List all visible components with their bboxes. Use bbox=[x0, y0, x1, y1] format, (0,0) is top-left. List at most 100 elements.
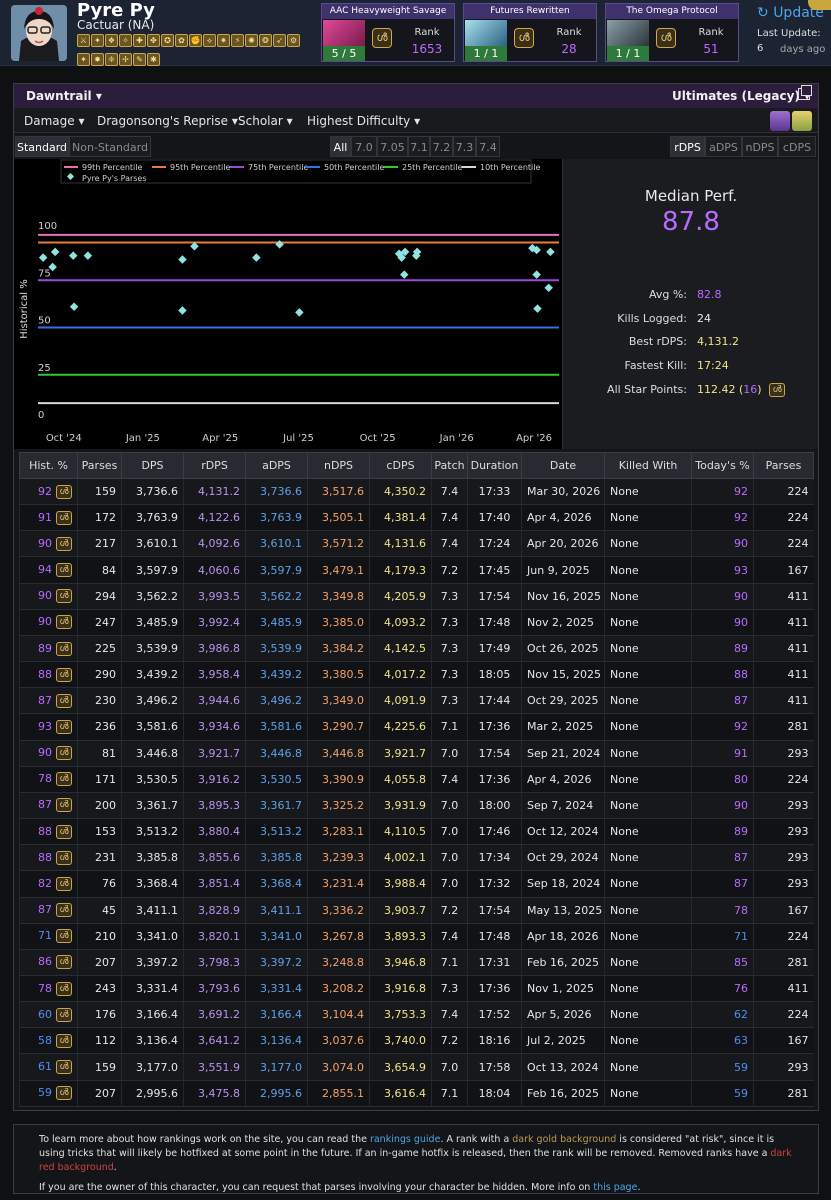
viper-icon[interactable]: ❂ bbox=[259, 34, 272, 47]
samurai-icon[interactable]: ⚡ bbox=[231, 34, 244, 47]
metric-dropdown[interactable]: Damage ▾ bbox=[24, 114, 85, 128]
col-header-hist[interactable]: Hist. % bbox=[19, 452, 78, 479]
sage-icon[interactable]: ✿ bbox=[175, 34, 188, 47]
cell-hist-pct[interactable]: 87 ൾ bbox=[19, 792, 78, 820]
rankings-guide-link[interactable]: rankings guide bbox=[370, 1134, 440, 1145]
table-row[interactable]: 78 ൾ 171 3,530.5 3,916.2 3,530.5 3,390.9 4,055.… bbox=[19, 766, 814, 793]
difficulty-dropdown[interactable]: Highest Difficulty ▾ bbox=[307, 114, 420, 128]
col-header-dps[interactable]: DPS bbox=[121, 452, 184, 479]
table-row[interactable]: 58 ൾ 112 3,136.4 3,641.2 3,136.4 3,037.6 3,740.… bbox=[19, 1027, 814, 1055]
cell-hist-pct[interactable]: 82 ൾ bbox=[19, 870, 78, 898]
gunbreaker-icon[interactable]: ✧ bbox=[119, 34, 132, 47]
zone-selector[interactable]: Ultimates (Legacy) ▾ bbox=[672, 89, 810, 103]
cell-hist-pct[interactable]: 88 ൾ bbox=[19, 844, 78, 872]
raid-summary-aac-heavyweight[interactable]: AAC Heavyweight Savage 5 / 5 ൾ Rank 1653 bbox=[321, 3, 455, 62]
table-row[interactable]: 88 ൾ 153 3,513.2 3,880.4 3,513.2 3,283.1 4,110.… bbox=[19, 818, 814, 846]
pictomancer-icon[interactable]: ✎ bbox=[133, 53, 146, 66]
cell-hist-pct[interactable]: 88 ൾ bbox=[19, 661, 78, 689]
dancer-icon[interactable]: ✦ bbox=[77, 53, 90, 66]
summoner-icon[interactable]: ❈ bbox=[105, 53, 118, 66]
table-row[interactable]: 94 ൾ 84 3,597.9 4,060.6 3,597.9 3,479.1 4,179.3… bbox=[19, 556, 814, 584]
tab-patch-7-3[interactable]: 7.3 bbox=[453, 136, 476, 157]
table-row[interactable]: 88 ൾ 231 3,385.8 3,855.6 3,385.8 3,239.3 4,002.… bbox=[19, 844, 814, 872]
col-header-date[interactable]: Date bbox=[521, 452, 605, 479]
table-row[interactable]: 89 ൾ 225 3,539.9 3,986.8 3,539.9 3,384.2 4,142.… bbox=[19, 635, 814, 663]
cell-hist-pct[interactable]: 90 ൾ bbox=[19, 530, 78, 558]
dark-knight-icon[interactable]: ❖ bbox=[105, 34, 118, 47]
cell-hist-pct[interactable]: 87 ൾ bbox=[19, 687, 78, 715]
table-row[interactable]: 90 ൾ 294 3,562.2 3,993.5 3,562.2 3,349.8 4,205.… bbox=[19, 583, 814, 610]
col-header-cdps[interactable]: cDPS bbox=[369, 452, 432, 479]
col-header-parses-today[interactable]: Parses bbox=[753, 452, 814, 479]
paladin-icon[interactable]: ⚔ bbox=[77, 34, 90, 47]
expansion-selector[interactable]: Dawntrail ▾ bbox=[26, 89, 102, 103]
table-row[interactable]: 93 ൾ 236 3,581.6 3,934.6 3,581.6 3,290.7 4,225.… bbox=[19, 713, 814, 741]
col-header-todays-pct[interactable]: Today's % bbox=[691, 452, 754, 479]
monk-icon[interactable]: ✊ bbox=[189, 34, 202, 47]
compare-icon[interactable] bbox=[770, 111, 790, 131]
bard-icon[interactable]: ➶ bbox=[273, 34, 286, 47]
cell-hist-pct[interactable]: 94 ൾ bbox=[19, 556, 78, 584]
cell-hist-pct[interactable]: 78 ൾ bbox=[19, 975, 78, 1003]
red-mage-icon[interactable]: ✢ bbox=[119, 53, 132, 66]
tab-standard[interactable]: Standard bbox=[15, 136, 69, 157]
table-row[interactable]: 87 ൾ 230 3,496.2 3,944.6 3,496.2 3,349.0 4,091.… bbox=[19, 687, 814, 715]
tab-patch-7-05[interactable]: 7.05 bbox=[377, 136, 408, 157]
cell-hist-pct[interactable]: 90 ൾ bbox=[19, 609, 78, 636]
warrior-icon[interactable]: ✦ bbox=[91, 34, 104, 47]
black-mage-icon[interactable]: ✸ bbox=[91, 53, 104, 66]
tab-patch-7-0[interactable]: 7.0 bbox=[351, 136, 377, 157]
cell-hist-pct[interactable]: 88 ൾ bbox=[19, 818, 78, 846]
table-row[interactable]: 90 ൾ 81 3,446.8 3,921.7 3,446.8 3,446.8 3,921.7… bbox=[19, 740, 814, 767]
machinist-icon[interactable]: ⚙ bbox=[287, 34, 300, 47]
table-row[interactable]: 86 ൾ 207 3,397.2 3,798.3 3,397.2 3,248.8 3,946.… bbox=[19, 949, 814, 976]
raid-summary-omega-protocol[interactable]: The Omega Protocol 1 / 1 ൾ Rank 51 bbox=[605, 3, 739, 62]
white-mage-icon[interactable]: ✚ bbox=[133, 34, 146, 47]
tab-ndps[interactable]: nDPS bbox=[742, 136, 778, 157]
job-dropdown[interactable]: Scholar ▾ bbox=[238, 114, 293, 128]
cell-hist-pct[interactable]: 71 ൾ bbox=[19, 923, 78, 950]
tab-patch-7-4[interactable]: 7.4 bbox=[476, 136, 500, 157]
table-row[interactable]: 92 ൾ 159 3,736.6 4,131.2 3,736.6 3,517.6 4,350.… bbox=[19, 478, 814, 506]
blue-mage-icon[interactable]: ✱ bbox=[147, 53, 160, 66]
col-header-ndps[interactable]: nDPS bbox=[307, 452, 370, 479]
tab-patch-7-2[interactable]: 7.2 bbox=[430, 136, 453, 157]
cell-hist-pct[interactable]: 60 ൾ bbox=[19, 1001, 78, 1029]
dragoon-icon[interactable]: ⟡ bbox=[203, 34, 216, 47]
tab-cdps[interactable]: cDPS bbox=[778, 136, 816, 157]
astrologian-icon[interactable]: ✪ bbox=[161, 34, 174, 47]
table-row[interactable]: 87 ൾ 200 3,361.7 3,895.3 3,361.7 3,325.2 3,931.… bbox=[19, 792, 814, 820]
col-header-adps[interactable]: aDPS bbox=[245, 452, 308, 479]
ninja-icon[interactable]: ✷ bbox=[217, 34, 230, 47]
raid-summary-futures-rewritten[interactable]: Futures Rewritten 1 / 1 ൾ Rank 28 bbox=[463, 3, 597, 62]
table-row[interactable]: 71 ൾ 210 3,341.0 3,820.1 3,341.0 3,267.8 3,893.… bbox=[19, 923, 814, 950]
tab-patch-7-1[interactable]: 7.1 bbox=[408, 136, 430, 157]
col-header-duration[interactable]: Duration bbox=[467, 452, 522, 479]
table-row[interactable]: 90 ൾ 217 3,610.1 4,092.6 3,610.1 3,571.2 4,131.… bbox=[19, 530, 814, 558]
col-header-patch[interactable]: Patch bbox=[431, 452, 468, 479]
cell-hist-pct[interactable]: 93 ൾ bbox=[19, 713, 78, 741]
key-icon[interactable] bbox=[792, 111, 812, 131]
tab-rdps[interactable]: rDPS bbox=[670, 136, 705, 157]
table-row[interactable]: 78 ൾ 243 3,331.4 3,793.6 3,331.4 3,208.2 3,916.… bbox=[19, 975, 814, 1003]
cell-hist-pct[interactable]: 90 ൾ bbox=[19, 583, 78, 610]
cell-hist-pct[interactable]: 78 ൾ bbox=[19, 766, 78, 793]
cell-hist-pct[interactable]: 90 ൾ bbox=[19, 740, 78, 767]
scholar-icon[interactable]: ✤ bbox=[147, 34, 160, 47]
table-row[interactable]: 59 ൾ 207 2,995.6 3,475.8 2,995.6 2,855.1 3,616.… bbox=[19, 1080, 814, 1107]
table-row[interactable]: 91 ൾ 172 3,763.9 4,122.6 3,763.9 3,505.1 4,381.… bbox=[19, 504, 814, 532]
this-page-link[interactable]: this page bbox=[593, 1182, 637, 1193]
table-row[interactable]: 60 ൾ 176 3,166.4 3,691.2 3,166.4 3,104.4 3,753.… bbox=[19, 1001, 814, 1029]
tab-non-standard[interactable]: Non-Standard bbox=[69, 136, 151, 157]
col-header-killed-with[interactable]: Killed With bbox=[604, 452, 692, 479]
reaper-icon[interactable]: ✺ bbox=[245, 34, 258, 47]
table-row[interactable]: 82 ൾ 76 3,368.4 3,851.4 3,368.4 3,231.4 3,988.4… bbox=[19, 870, 814, 898]
cell-hist-pct[interactable]: 61 ൾ bbox=[19, 1053, 78, 1081]
cell-hist-pct[interactable]: 59 ൾ bbox=[19, 1080, 78, 1107]
table-row[interactable]: 61 ൾ 159 3,177.0 3,551.9 3,177.0 3,074.0 3,654.… bbox=[19, 1053, 814, 1081]
cell-hist-pct[interactable]: 91 ൾ bbox=[19, 504, 78, 532]
table-row[interactable]: 90 ൾ 247 3,485.9 3,992.4 3,485.9 3,385.0 4,093.… bbox=[19, 609, 814, 636]
cell-hist-pct[interactable]: 92 ൾ bbox=[19, 478, 78, 506]
col-header-rdps[interactable]: rDPS bbox=[183, 452, 246, 479]
table-row[interactable]: 88 ൾ 290 3,439.2 3,958.4 3,439.2 3,380.5 4,017.… bbox=[19, 661, 814, 689]
